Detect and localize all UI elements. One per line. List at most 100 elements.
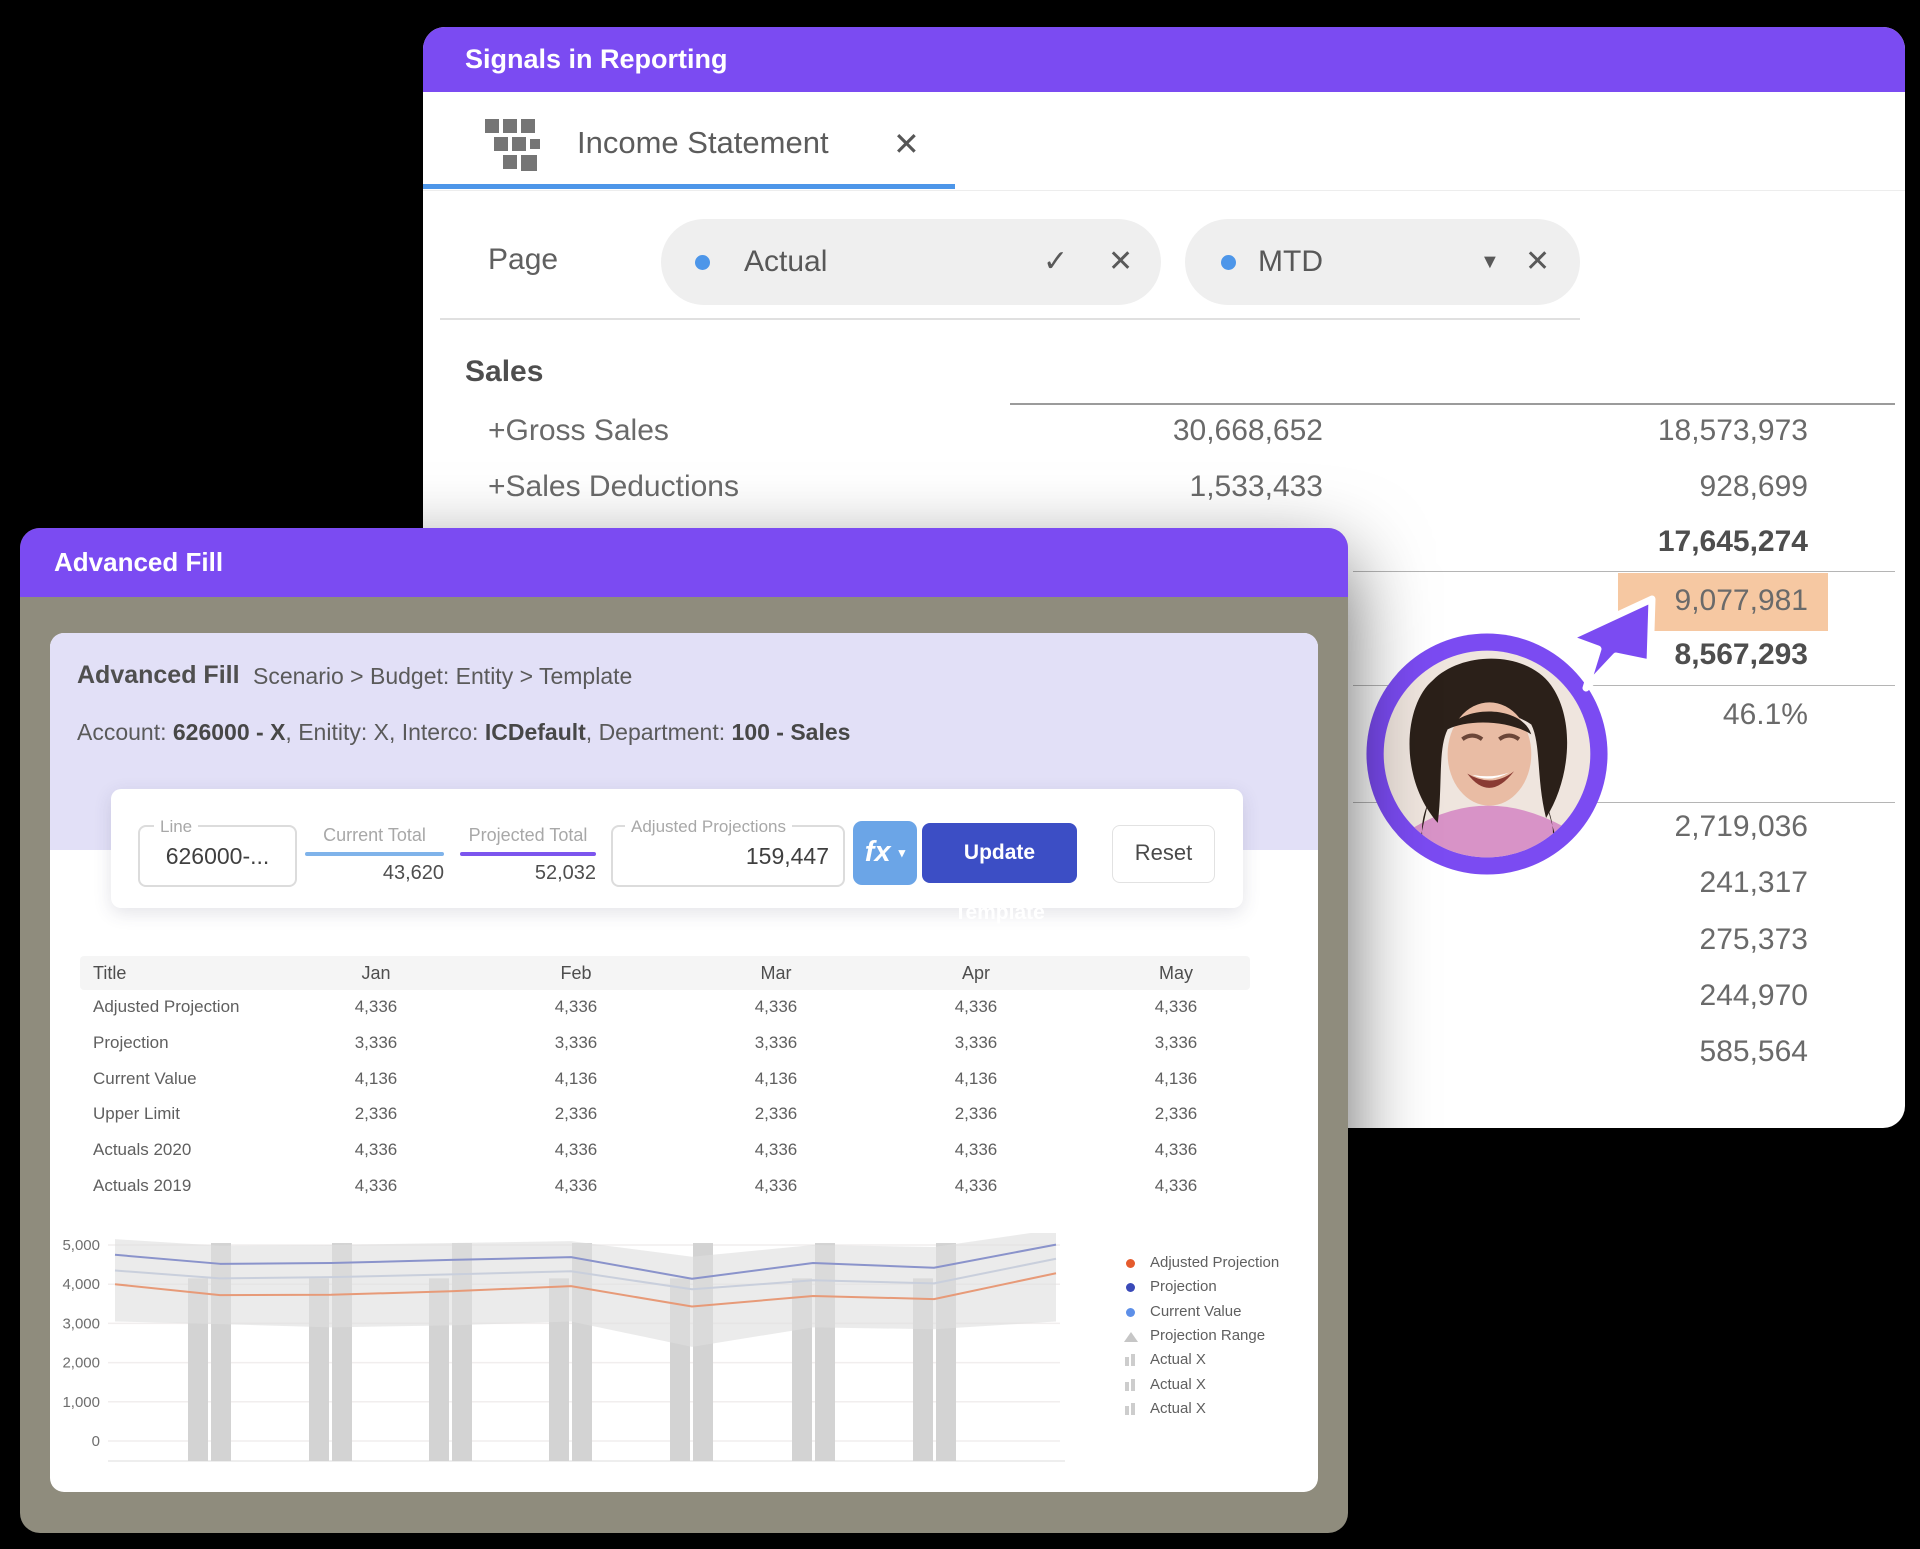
window-title: Signals in Reporting <box>465 27 728 92</box>
table-cell: 4,336 <box>1106 1135 1246 1165</box>
tab-income-statement[interactable]: Income Statement <box>577 125 829 161</box>
table-cell: 4,336 <box>506 1171 646 1201</box>
row-label: +Sales Deductions <box>488 465 739 509</box>
report-row: +Gross Sales 30,668,652 18,573,973 <box>423 409 1905 453</box>
table-row: Projection3,3363,3363,3363,3363,336 <box>50 1028 1318 1058</box>
legend-label: Actual X <box>1150 1373 1206 1397</box>
update-template-button[interactable]: Update Template <box>922 823 1077 883</box>
table-cell: 4,336 <box>706 1135 846 1165</box>
table-header: TitleJanFebMarAprMay <box>80 956 1250 990</box>
line-input-label: Line <box>154 817 198 837</box>
table-cell: 2,336 <box>1106 1099 1246 1129</box>
row-value-col2: 244,970 <box>1508 974 1808 1018</box>
projection-chart: 01,0002,0003,0004,0005,000 <box>60 1233 1070 1481</box>
close-icon[interactable]: ✕ <box>1525 219 1550 305</box>
signals-titlebar: Signals in Reporting <box>423 27 1905 92</box>
projected-total-value: 52,032 <box>460 862 596 885</box>
table-cell: 3,336 <box>906 1028 1046 1058</box>
table-cell: 4,336 <box>506 1135 646 1165</box>
adjusted-projections-input[interactable]: Adjusted Projections 159,447 <box>611 825 845 887</box>
legend-bars-icon <box>1125 1382 1129 1391</box>
line-input[interactable]: Line 626000-... <box>138 825 297 887</box>
table-cell: 4,336 <box>706 992 846 1022</box>
table-cell: 4,336 <box>906 1171 1046 1201</box>
page-filter-label: Page <box>488 243 558 277</box>
legend-item: Current Value <box>1120 1300 1310 1324</box>
table-row: Current Value4,1364,1364,1364,1364,136 <box>50 1064 1318 1094</box>
table-row: Upper Limit2,3362,3362,3362,3362,336 <box>50 1099 1318 1129</box>
row-value-col1: 30,668,652 <box>1023 409 1323 453</box>
table-cell: 4,136 <box>1106 1064 1246 1094</box>
svg-text:0: 0 <box>92 1433 100 1450</box>
reset-button[interactable]: Reset <box>1112 825 1215 883</box>
filter-chip-actual[interactable]: Actual ✓ ✕ <box>661 219 1161 305</box>
formula-fx-button[interactable]: fx ▾ <box>853 821 917 885</box>
svg-text:4,000: 4,000 <box>62 1276 100 1293</box>
legend-dot-icon <box>1126 1308 1135 1317</box>
close-icon[interactable]: ✕ <box>1108 219 1133 305</box>
current-total: Current Total 43,620 <box>305 825 444 885</box>
table-cell: 2,336 <box>506 1099 646 1129</box>
projected-total-label: Projected Total <box>460 825 596 846</box>
row-value-col2: 928,699 <box>1508 465 1808 509</box>
row-value-col2: 18,573,973 <box>1508 409 1808 453</box>
legend-item: Actual X <box>1120 1348 1310 1372</box>
caret-down-icon: ▾ <box>899 845 906 860</box>
fill-form-card: Line 626000-... Current Total 43,620 Pro… <box>111 789 1243 908</box>
table-cell: 4,336 <box>1106 1171 1246 1201</box>
table-column-header: Mar <box>706 956 846 990</box>
table-cell: 4,136 <box>306 1064 446 1094</box>
legend-label: Projection <box>1150 1275 1217 1299</box>
report-rule <box>1353 571 1895 572</box>
row-value-col2: 275,373 <box>1508 918 1808 962</box>
current-total-value: 43,620 <box>305 862 444 885</box>
table-row: Actuals 20194,3364,3364,3364,3364,336 <box>50 1171 1318 1201</box>
table-cell: 3,336 <box>306 1028 446 1058</box>
cursor-pointer-icon <box>1558 592 1660 698</box>
legend-item: Projection Range <box>1120 1324 1310 1348</box>
active-tab-underline <box>423 184 955 189</box>
table-column-header: Title <box>93 956 126 990</box>
legend-bars-icon <box>1131 1403 1135 1415</box>
svg-text:1,000: 1,000 <box>62 1394 100 1411</box>
svg-text:5,000: 5,000 <box>62 1237 100 1254</box>
legend-item: Adjusted Projection <box>1120 1251 1310 1275</box>
filter-divider <box>440 318 1580 320</box>
legend-bars-icon <box>1125 1357 1129 1366</box>
row-label: +Gross Sales <box>488 409 669 453</box>
caret-down-icon[interactable]: ▼ <box>1480 219 1500 305</box>
table-cell: 4,336 <box>706 1171 846 1201</box>
advanced-fill-window: Advanced Fill Advanced Fill Scenario > B… <box>20 528 1348 1533</box>
table-cell: 3,336 <box>1106 1028 1246 1058</box>
legend-bars-icon <box>1131 1354 1135 1366</box>
table-column-header: Apr <box>906 956 1046 990</box>
table-row-title: Projection <box>93 1028 169 1058</box>
filter-chip-mtd[interactable]: MTD ▼ ✕ <box>1185 219 1580 305</box>
svg-text:2,000: 2,000 <box>62 1355 100 1372</box>
check-icon[interactable]: ✓ <box>1043 219 1068 305</box>
tabstrip-divider <box>423 190 1905 191</box>
legend-bars-icon <box>1131 1379 1135 1391</box>
advanced-fill-panel: Advanced Fill Scenario > Budget: Entity … <box>50 633 1318 1492</box>
chip-dot-icon <box>1221 255 1236 270</box>
table-cell: 4,336 <box>1106 992 1246 1022</box>
page: Signals in Reporting Income Statement ✕ … <box>0 0 1920 1549</box>
table-row: Adjusted Projection4,3364,3364,3364,3364… <box>50 992 1318 1022</box>
breadcrumb: Scenario > Budget: Entity > Template <box>253 663 632 690</box>
legend-range-icon <box>1124 1332 1138 1342</box>
legend-item: Projection <box>1120 1275 1310 1299</box>
tab-close-icon[interactable]: ✕ <box>893 125 920 163</box>
report-top-rule <box>1010 403 1895 405</box>
legend-label: Projection Range <box>1150 1324 1265 1348</box>
legend-label: Actual X <box>1150 1348 1206 1372</box>
window-title: Advanced Fill <box>54 528 223 597</box>
adjusted-projections-label: Adjusted Projections <box>625 817 792 837</box>
table-cell: 4,336 <box>306 992 446 1022</box>
table-cell: 4,136 <box>706 1064 846 1094</box>
chip-label: Actual <box>744 219 827 305</box>
table-cell: 3,336 <box>506 1028 646 1058</box>
table-cell: 4,336 <box>306 1135 446 1165</box>
current-total-label: Current Total <box>305 825 444 846</box>
row-value-col2: 585,564 <box>1508 1030 1808 1074</box>
table-cell: 2,336 <box>306 1099 446 1129</box>
